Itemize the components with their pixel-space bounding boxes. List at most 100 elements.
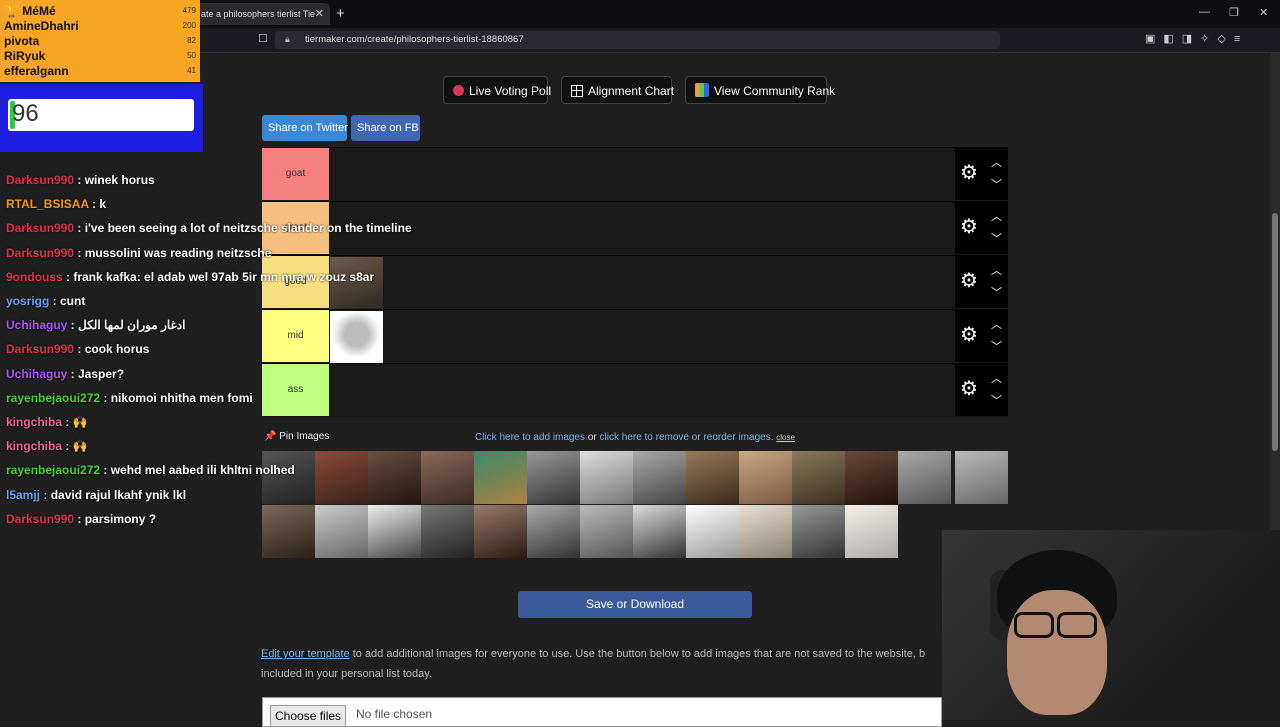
leaderboard-row: AmineDhahri 200 (4, 19, 196, 34)
philosopher-image[interactable] (633, 505, 686, 558)
reorder-images-link[interactable]: click here to remove or reorder images. (600, 432, 774, 443)
philosopher-image[interactable] (739, 451, 792, 504)
chat-text: : k (88, 197, 107, 211)
community-rank-label: View Community Rank (714, 84, 836, 98)
gear-icon[interactable]: ⚙ (960, 378, 978, 400)
chat-username: yosrigg (6, 294, 50, 308)
gear-icon[interactable]: ⚙ (960, 216, 978, 238)
tier-row: ass ⚙ ︿ ﹀ (262, 363, 1008, 416)
leader-score: 50 (187, 51, 196, 60)
tier-controls: ⚙ ︿ ﹀ (955, 364, 1008, 416)
philosopher-image[interactable] (474, 451, 527, 504)
file-status: No file chosen (356, 707, 433, 721)
philosopher-image[interactable] (845, 451, 898, 504)
tier-label[interactable]: ass (262, 364, 329, 416)
chat-text: : winek horus (74, 173, 155, 187)
edit-template-text: Edit your template to add additional ima… (261, 644, 941, 684)
new-tab-icon[interactable]: + (336, 5, 345, 22)
chat-text: : 🙌 (62, 415, 88, 429)
philosopher-image[interactable] (474, 505, 527, 558)
chevron-down-icon[interactable]: ﹀ (991, 338, 1002, 354)
url-field[interactable]: 🔒︎ tiermaker.com/create/philosophers-tie… (275, 31, 1000, 49)
philosopher-image[interactable] (527, 505, 580, 558)
chat-message: RTAL_BSISAA : k (6, 197, 106, 211)
choose-files-button[interactable]: Choose files (270, 705, 347, 727)
chat-message: Darksun990 : mussolini was reading neitz… (6, 246, 271, 260)
leaderboard-row: pivota 82 (4, 34, 196, 49)
chat-text: : cook horus (74, 342, 150, 356)
chat-message: Uchihaguy : ادغار موران لمها الكل (6, 318, 185, 332)
chevron-up-icon[interactable]: ︿ (991, 370, 1002, 386)
tab-close-icon[interactable]: ✕ (315, 3, 324, 25)
alignment-chart-button[interactable]: Alignment Chart (561, 76, 675, 104)
leader-name: AmineDhahri (4, 19, 79, 33)
philosopher-image[interactable] (580, 505, 633, 558)
add-images-link[interactable]: Click here to add images (475, 432, 585, 443)
philosopher-image[interactable] (792, 451, 845, 504)
live-voting-button[interactable]: Live Voting Poll (443, 76, 552, 104)
pin-images-toggle[interactable]: 📌 Pin Images (264, 431, 329, 442)
philosopher-image[interactable] (686, 505, 739, 558)
chevron-down-icon[interactable]: ﹀ (991, 176, 1002, 192)
chat-text: : parsimony ? (74, 512, 157, 526)
chevron-up-icon[interactable]: ︿ (991, 262, 1002, 278)
philosopher-image[interactable] (739, 505, 792, 558)
leader-score: 41 (187, 66, 196, 75)
philosopher-image[interactable] (262, 451, 315, 504)
webcam-face (1007, 590, 1107, 715)
philosopher-image[interactable] (421, 505, 474, 558)
chat-username: kingchiba (6, 439, 63, 453)
edit-template-link[interactable]: Edit your template (261, 648, 350, 660)
community-rank-button[interactable]: View Community Rank (685, 76, 835, 104)
glasses-icon (1057, 612, 1097, 638)
philosopher-image[interactable] (792, 505, 845, 558)
extension-icons[interactable]: ▣◧◨✧◇≡ (1145, 32, 1248, 45)
leader-score: 82 (187, 36, 196, 45)
philosopher-image[interactable] (368, 505, 421, 558)
scrollbar-thumb[interactable] (1272, 213, 1278, 451)
chevron-up-icon[interactable]: ︿ (991, 316, 1002, 332)
gear-icon[interactable]: ⚙ (960, 270, 978, 292)
share-fb-button[interactable]: Share on FB (351, 115, 420, 141)
tier-controls: ⚙ ︿ ﹀ (955, 256, 1008, 308)
chevron-down-icon[interactable]: ﹀ (991, 392, 1002, 408)
gear-icon[interactable]: ⚙ (960, 162, 978, 184)
chat-username: RTAL_BSISAA (6, 197, 89, 211)
live-voting-label: Live Voting Poll (469, 84, 552, 98)
philosopher-image[interactable] (898, 451, 951, 504)
bookmark-icon[interactable]: ☐ (258, 32, 268, 45)
save-download-button[interactable]: Save or Download (518, 591, 752, 618)
alignment-chart-label: Alignment Chart (588, 84, 675, 98)
chevron-up-icon[interactable]: ︿ (991, 208, 1002, 224)
close-link[interactable]: close (776, 433, 795, 442)
tier-label[interactable]: goat (262, 148, 329, 200)
chat-text: : david rajul lkahf ynik lkl (40, 488, 187, 502)
philosopher-image[interactable] (368, 451, 421, 504)
chevron-up-icon[interactable]: ︿ (991, 154, 1002, 170)
window-close-icon[interactable]: ✕ (1259, 6, 1268, 19)
maximize-icon[interactable]: ❐ (1229, 6, 1239, 19)
philosopher-image[interactable] (633, 451, 686, 504)
leaderboard-row: RiRyuk 50 (4, 49, 196, 64)
philosopher-image[interactable] (330, 311, 383, 363)
philosopher-image[interactable] (580, 451, 633, 504)
philosopher-image[interactable] (315, 505, 368, 558)
minimize-icon[interactable]: — (1199, 6, 1210, 18)
tier-controls: ⚙ ︿ ﹀ (955, 310, 1008, 362)
chevron-down-icon[interactable]: ﹀ (991, 284, 1002, 300)
gear-icon[interactable]: ⚙ (960, 324, 978, 346)
philosopher-image[interactable] (686, 451, 739, 504)
share-twitter-button[interactable]: Share on Twitter (262, 115, 348, 141)
philosopher-image[interactable] (845, 505, 898, 558)
leaderboard-row: 🏆 MéMé 479 (4, 4, 196, 19)
tier-label[interactable]: mid (262, 310, 329, 362)
philosopher-image[interactable] (527, 451, 580, 504)
philosopher-image[interactable] (262, 505, 315, 558)
philosopher-image[interactable] (955, 451, 1008, 504)
leader-name: efferalgann (4, 64, 69, 78)
chevron-down-icon[interactable]: ﹀ (991, 230, 1002, 246)
philosopher-image[interactable] (421, 451, 474, 504)
philosopher-image[interactable] (315, 451, 368, 504)
leader-name: 🏆 MéMé (4, 4, 56, 18)
browser-tab[interactable]: ate a philosophers tierlist Tie ✕ (195, 3, 330, 25)
